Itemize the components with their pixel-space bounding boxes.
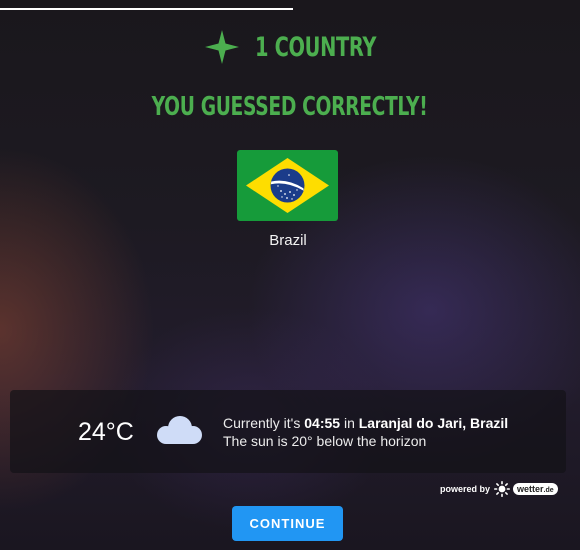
result-heading: YOU GUESSED CORRECTLY! xyxy=(0,92,580,122)
weather-current-line: Currently it's 04:55 in Laranjal do Jari… xyxy=(223,415,509,431)
progress-fill xyxy=(0,8,293,10)
weather-panel: 24°C Currently it's 04:55 in Laranjal do… xyxy=(10,390,566,473)
wetter-brand: wetter.de xyxy=(513,483,558,495)
wetter-logo[interactable]: wetter.de xyxy=(494,481,558,497)
sun-icon xyxy=(494,481,511,497)
brazil-flag-icon xyxy=(237,150,338,221)
countries-count: 1 COUNTRY xyxy=(255,31,377,63)
local-time: 04:55 xyxy=(304,415,341,431)
temperature: 24°C xyxy=(78,418,134,446)
sparkle-star-icon xyxy=(205,30,239,64)
sun-position-line: The sun is 20° below the horizon xyxy=(223,433,427,449)
result-count-row: 1 COUNTRY xyxy=(0,30,580,64)
powered-by-label: powered by xyxy=(440,484,491,494)
continue-button[interactable]: CONTINUE xyxy=(232,506,343,541)
cloud-icon xyxy=(154,414,204,453)
weather-attribution: powered by wetter.de xyxy=(440,481,558,497)
result-heading-text: YOU GUESSED CORRECTLY! xyxy=(152,92,428,122)
location-name: Laranjal do Jari, Brazil xyxy=(358,415,509,431)
weather-description: Currently it's 04:55 in Laranjal do Jari… xyxy=(223,414,508,450)
progress-bar xyxy=(0,8,580,10)
country-name: Brazil xyxy=(269,232,307,249)
